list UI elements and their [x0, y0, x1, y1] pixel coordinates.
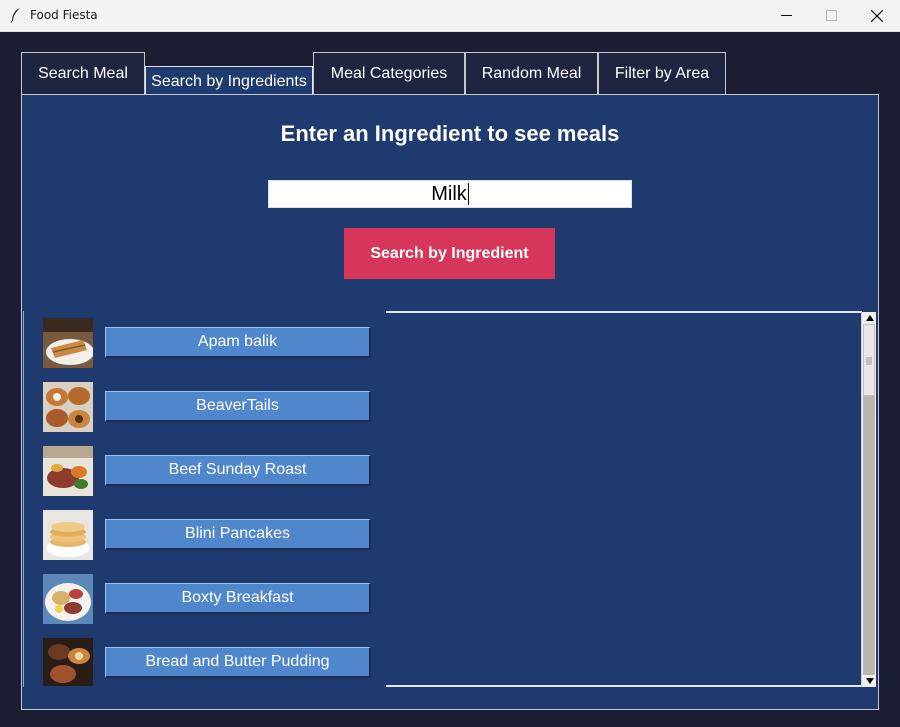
page-title: Enter an Ingredient to see meals	[280, 121, 620, 146]
tab-filter-by-area[interactable]: Filter by Area	[598, 52, 726, 94]
tab-search-by-ingredients[interactable]: Search by Ingredients	[145, 66, 313, 96]
tab-search-meal[interactable]: Search Meal	[21, 52, 145, 94]
tab-label: Meal Categories	[330, 64, 448, 82]
title-bar: Food Fiesta	[0, 0, 900, 32]
meal-thumbnail	[43, 574, 93, 624]
meal-thumbnail	[43, 510, 93, 560]
meal-button-bread-and-butter-pudding[interactable]: Bread and Butter Pudding	[105, 647, 371, 678]
meal-thumbnail	[43, 318, 93, 368]
window-title: Food Fiesta	[30, 8, 98, 22]
tab-meal-categories[interactable]: Meal Categories	[313, 52, 465, 94]
meal-button-blini-pancakes[interactable]: Blini Pancakes	[105, 519, 371, 550]
tab-random-meal[interactable]: Random Meal	[465, 52, 598, 94]
results-scrollbar[interactable]	[861, 312, 876, 687]
tab-label: Random Meal	[481, 64, 582, 82]
meal-button-beef-sunday-roast[interactable]: Beef Sunday Roast	[105, 455, 371, 486]
close-icon	[871, 9, 883, 22]
meal-thumbnail	[43, 446, 93, 496]
maximize-icon	[825, 10, 837, 21]
meal-button-beavertails[interactable]: BeaverTails	[105, 391, 371, 422]
results-list[interactable]	[23, 311, 877, 687]
scroll-up-arrow-icon[interactable]	[862, 312, 877, 324]
meal-thumbnail	[43, 638, 93, 686]
search-by-ingredient-button[interactable]: Search by Ingredient	[344, 228, 555, 279]
scroll-thumb[interactable]	[863, 324, 875, 396]
minimize-button[interactable]	[763, 0, 809, 31]
grip-icon	[866, 357, 872, 365]
ingredient-input[interactable]: Milk	[268, 180, 632, 208]
ingredient-input-value: Milk	[431, 182, 467, 205]
meal-button-boxty-breakfast[interactable]: Boxty Breakfast	[105, 583, 371, 614]
maximize-button[interactable]	[808, 0, 854, 31]
scroll-down-arrow-icon[interactable]	[862, 675, 877, 687]
tab-label: Filter by Area	[614, 64, 710, 82]
tab-label: Search by Ingredients	[151, 72, 307, 90]
close-button[interactable]	[854, 0, 900, 31]
minimize-icon	[780, 15, 792, 16]
meal-button-apam-balik[interactable]: Apam balik	[105, 327, 371, 358]
divider	[386, 311, 862, 313]
text-caret	[467, 183, 469, 205]
feather-icon	[10, 8, 20, 23]
meal-thumbnail	[43, 382, 93, 432]
tab-label: Search Meal	[38, 64, 128, 82]
divider	[386, 685, 862, 687]
scroll-track[interactable]	[863, 396, 875, 675]
